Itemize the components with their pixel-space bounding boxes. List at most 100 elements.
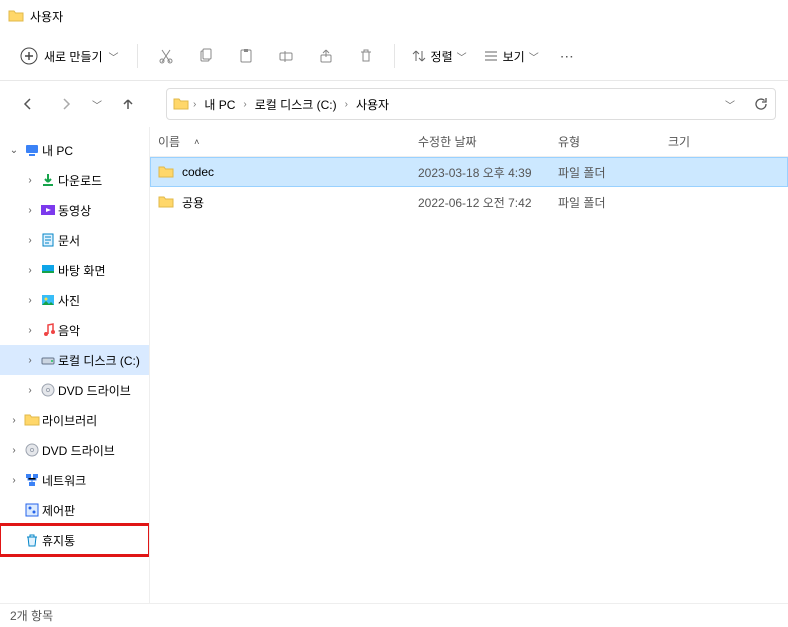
tree-label: 음악 — [58, 322, 80, 339]
chevron-right-icon: › — [345, 99, 348, 110]
view-button[interactable]: 보기 ﹀ — [477, 44, 545, 69]
drive-icon — [40, 352, 56, 368]
crumb-this-pc[interactable]: 내 PC — [200, 94, 239, 115]
cut-button[interactable] — [148, 40, 184, 72]
plus-circle-icon — [20, 47, 38, 65]
address-bar[interactable]: › 내 PC › 로컬 디스크 (C:) › 사용자 ﹀ — [166, 88, 776, 120]
file-pane: 이름 ˄ 수정한 날짜 유형 크기 codec 2023-03-18 오후 4:3… — [150, 127, 788, 603]
refresh-button[interactable] — [753, 96, 769, 112]
col-date[interactable]: 수정한 날짜 — [410, 133, 550, 150]
expand-icon[interactable]: › — [22, 325, 38, 336]
copy-button[interactable] — [188, 40, 224, 72]
expand-icon[interactable]: › — [22, 265, 38, 276]
tree-node-videos[interactable]: ›동영상 — [0, 195, 149, 225]
new-button[interactable]: 새로 만들기 ﹀ — [12, 43, 127, 69]
expand-icon[interactable]: › — [6, 445, 22, 456]
nav-tree[interactable]: ⌄내 PC›다운로드›동영상›문서›바탕 화면›사진›음악›로컬 디스크 (C:… — [0, 127, 150, 603]
tree-node-downloads[interactable]: ›다운로드 — [0, 165, 149, 195]
tree-node-pictures[interactable]: › 사진 — [0, 285, 149, 315]
picture-icon — [40, 292, 56, 308]
folder-icon — [24, 412, 40, 428]
up-button[interactable] — [112, 88, 144, 120]
expand-icon[interactable]: › — [6, 415, 22, 426]
col-type-label: 유형 — [558, 133, 580, 150]
crumb-local-disk[interactable]: 로컬 디스크 (C:) — [251, 94, 341, 115]
file-row[interactable]: codec 2023-03-18 오후 4:39파일 폴더 — [150, 157, 788, 187]
file-name: codec — [182, 165, 214, 179]
expand-icon[interactable]: ⌄ — [6, 145, 22, 156]
window-title: 사용자 — [30, 8, 63, 25]
more-button[interactable]: ⋯ — [549, 40, 585, 72]
tree-node-libraries[interactable]: › 라이브러리 — [0, 405, 149, 435]
tree-label: 라이브러리 — [42, 412, 97, 429]
tree-label: 제어판 — [42, 502, 75, 519]
chevron-down-icon[interactable]: ﹀ — [725, 97, 735, 112]
tree-label: 문서 — [58, 232, 80, 249]
tree-node-control-panel[interactable]: 제어판 — [0, 495, 149, 525]
tree-node-network[interactable]: › 네트워크 — [0, 465, 149, 495]
sort-button[interactable]: 정렬 ﹀ — [405, 44, 473, 69]
tree-label: 사진 — [58, 292, 80, 309]
delete-button[interactable] — [348, 40, 384, 72]
forward-button[interactable] — [50, 88, 82, 120]
tree-node-desktop[interactable]: › 바탕 화면 — [0, 255, 149, 285]
desktop-icon — [40, 262, 56, 278]
sort-asc-icon: ˄ — [194, 137, 199, 147]
file-list[interactable]: codec 2023-03-18 오후 4:39파일 폴더공용2022-06-12… — [150, 157, 788, 603]
tree-node-this-pc[interactable]: ⌄ 내 PC — [0, 135, 149, 165]
folder-icon — [158, 164, 174, 180]
pc-icon — [24, 142, 40, 158]
tree-node-music[interactable]: › 음악 — [0, 315, 149, 345]
sort-icon — [411, 48, 427, 64]
tree-label: 네트워크 — [42, 472, 86, 489]
dvd-icon — [24, 442, 40, 458]
chevron-down-icon: ﹀ — [529, 49, 539, 64]
col-name[interactable]: 이름 ˄ — [150, 133, 410, 150]
folder-icon — [158, 194, 174, 210]
chevron-down-icon: ﹀ — [457, 49, 467, 64]
tree-node-local-disk[interactable]: ›로컬 디스크 (C:) — [0, 345, 149, 375]
back-button[interactable] — [12, 88, 44, 120]
share-button[interactable] — [308, 40, 344, 72]
file-name: 공용 — [182, 194, 204, 211]
network-icon — [24, 472, 40, 488]
tree-label: 바탕 화면 — [58, 262, 106, 279]
expand-icon[interactable]: › — [22, 295, 38, 306]
tree-label: 휴지통 — [42, 532, 75, 549]
folder-icon — [8, 8, 24, 24]
download-icon — [40, 172, 56, 188]
sort-label: 정렬 — [431, 48, 453, 65]
expand-icon[interactable]: › — [22, 205, 38, 216]
tree-node-dvd1[interactable]: ›DVD 드라이브 — [0, 375, 149, 405]
video-icon — [40, 202, 56, 218]
file-row[interactable]: 공용2022-06-12 오전 7:42파일 폴더 — [150, 187, 788, 217]
chevron-right-icon: › — [243, 99, 246, 110]
expand-icon[interactable]: › — [22, 355, 38, 366]
new-label: 새로 만들기 — [44, 48, 103, 65]
expand-icon[interactable]: › — [22, 175, 38, 186]
col-size[interactable]: 크기 — [660, 133, 720, 150]
tree-node-recycle[interactable]: 휴지통 — [0, 525, 149, 555]
status-bar: 2개 항목 — [0, 603, 788, 627]
recent-button[interactable]: ﹀ — [88, 88, 106, 120]
expand-icon[interactable]: › — [6, 475, 22, 486]
paste-button[interactable] — [228, 40, 264, 72]
tree-label: 내 PC — [42, 142, 73, 159]
rename-button[interactable] — [268, 40, 304, 72]
col-type[interactable]: 유형 — [550, 133, 660, 150]
tree-node-dvd2[interactable]: › DVD 드라이브 — [0, 435, 149, 465]
recycle-icon — [24, 532, 40, 548]
col-name-label: 이름 — [158, 133, 180, 150]
control-icon — [24, 502, 40, 518]
expand-icon[interactable]: › — [22, 235, 38, 246]
view-label: 보기 — [503, 48, 525, 65]
file-date: 2023-03-18 오후 4:39 — [410, 164, 550, 181]
music-icon — [40, 322, 56, 338]
tree-node-documents[interactable]: › 문서 — [0, 225, 149, 255]
expand-icon[interactable]: › — [22, 385, 38, 396]
toolbar: 새로 만들기 ﹀ 정렬 ﹀ 보기 ﹀ ⋯ — [0, 32, 788, 80]
chevron-down-icon: ﹀ — [109, 49, 119, 64]
tree-label: DVD 드라이브 — [42, 442, 115, 459]
crumb-current[interactable]: 사용자 — [352, 94, 393, 115]
file-type: 파일 폴더 — [550, 164, 660, 181]
